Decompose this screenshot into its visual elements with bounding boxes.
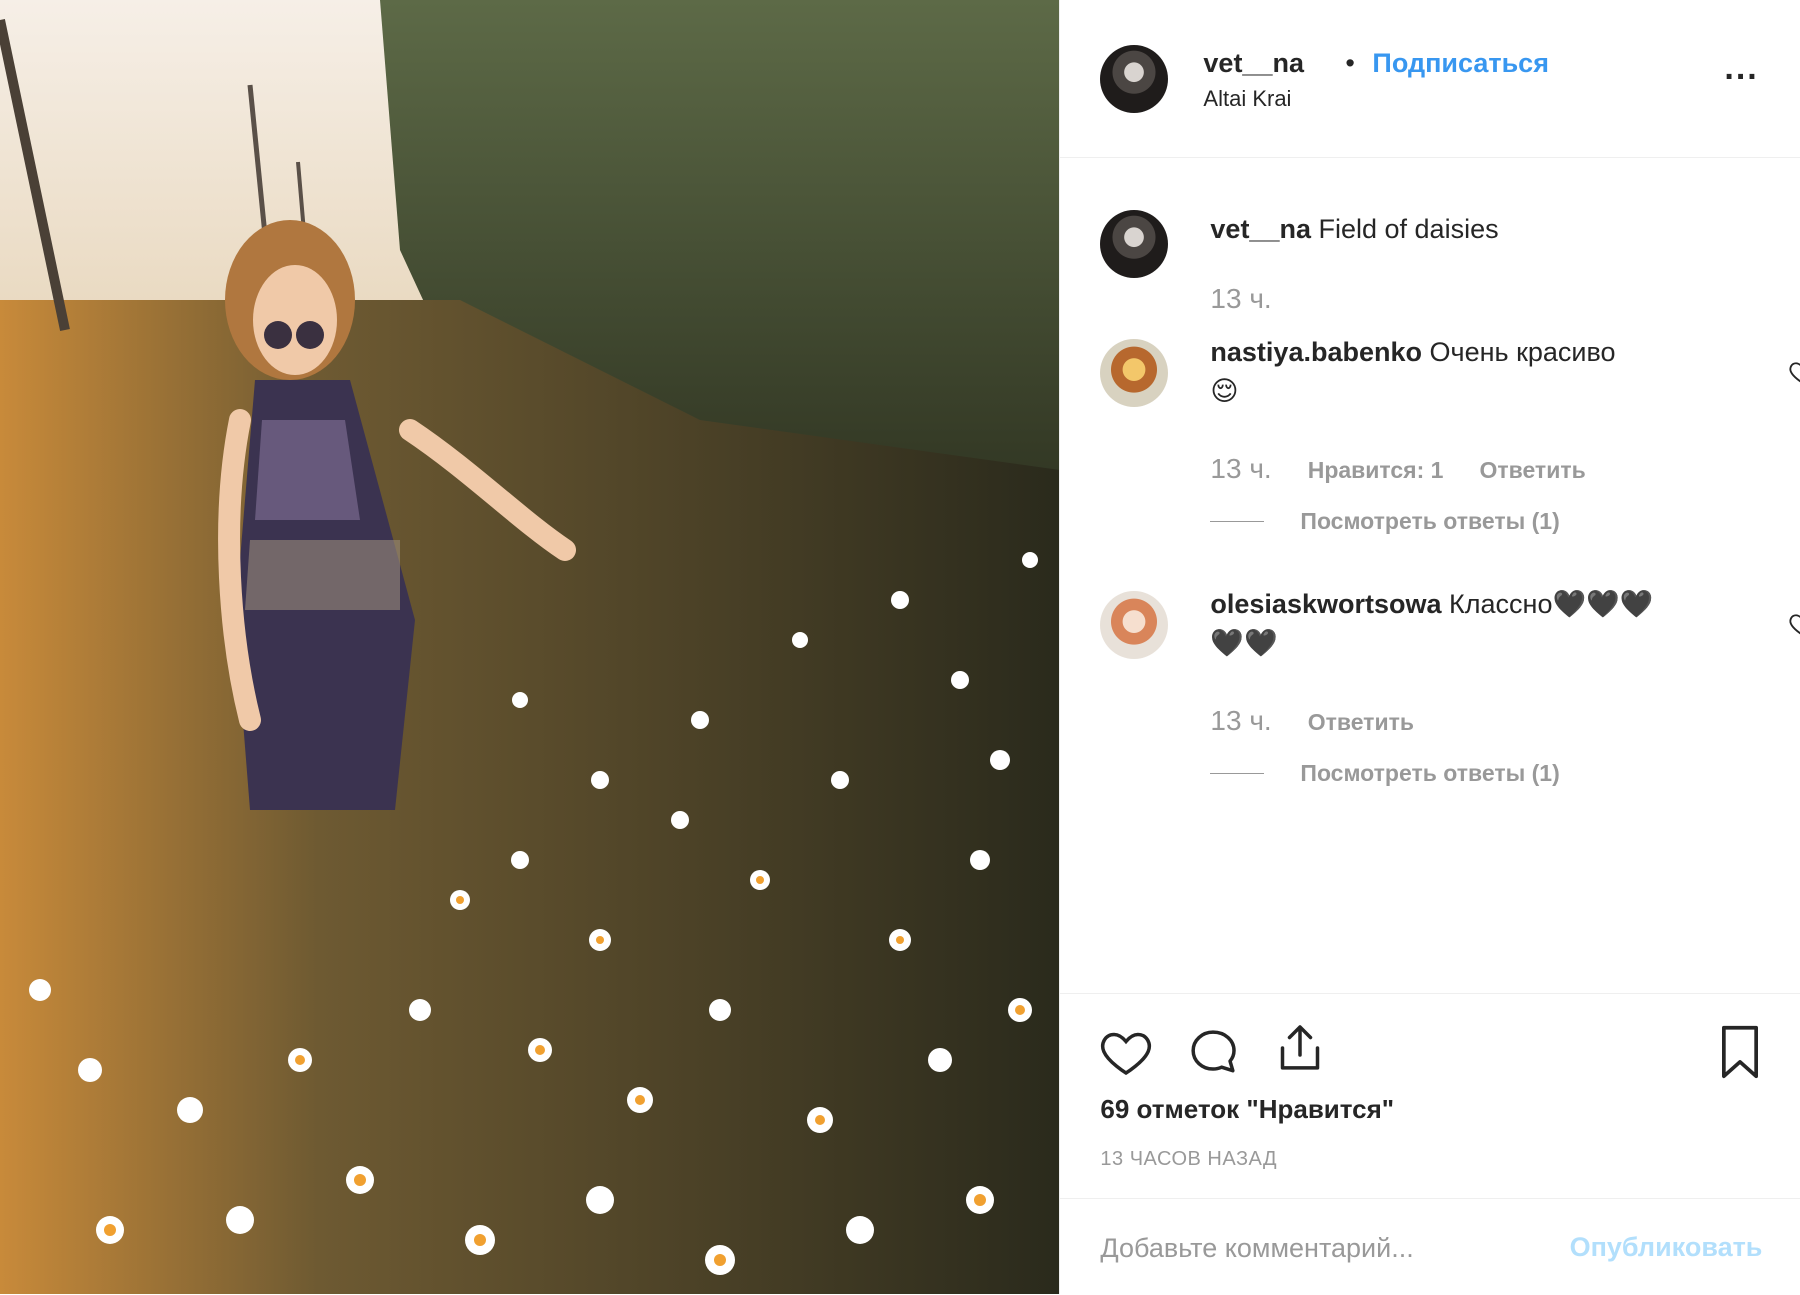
comment: nastiya.babenko Очень красиво 😌 bbox=[1210, 333, 1680, 411]
author-username[interactable]: vet__na bbox=[1203, 48, 1304, 79]
heart-outline-icon[interactable] bbox=[1788, 358, 1800, 386]
view-replies-label: Посмотреть ответы (1) bbox=[1300, 508, 1560, 534]
comment-avatar[interactable] bbox=[1100, 591, 1169, 659]
reply-button[interactable]: Ответить bbox=[1479, 457, 1585, 484]
comment-text: Очень красиво bbox=[1429, 337, 1616, 367]
caption-username[interactable]: vet__na bbox=[1210, 214, 1311, 244]
post-location[interactable]: Altai Krai bbox=[1203, 86, 1291, 112]
view-replies-button[interactable]: Посмотреть ответы (1) bbox=[1210, 508, 1560, 535]
comment-username[interactable]: olesiaskwortsowa bbox=[1210, 589, 1441, 619]
separator-dot: • bbox=[1345, 48, 1355, 78]
post-photo[interactable] bbox=[0, 0, 1060, 1294]
comment-composer: Опубликовать bbox=[1060, 1198, 1800, 1295]
caption-meta: 13 ч. bbox=[1210, 283, 1271, 315]
comment: olesiaskwortsowa Классно🖤🖤🖤 🖤🖤 bbox=[1210, 585, 1680, 663]
replies-divider bbox=[1210, 521, 1265, 522]
instagram-post: vet__na • Подписаться Altai Krai ... vet… bbox=[0, 0, 1800, 1294]
post-details-panel: vet__na • Подписаться Altai Krai ... vet… bbox=[1059, 0, 1800, 1294]
likes-count[interactable]: 69 отметок "Нравится" bbox=[1100, 1094, 1394, 1125]
comment-emoji: 😌 bbox=[1210, 376, 1239, 406]
view-replies-label: Посмотреть ответы (1) bbox=[1300, 760, 1560, 786]
caption-time[interactable]: 13 ч. bbox=[1210, 283, 1271, 315]
comments-list[interactable]: vet__na Field of daisies 13 ч. nastiya.b… bbox=[1060, 158, 1800, 993]
caption-author-avatar[interactable] bbox=[1100, 210, 1169, 278]
comment-meta: 13 ч. Ответить bbox=[1210, 705, 1414, 737]
heart-icon[interactable] bbox=[1098, 1024, 1154, 1080]
comment-text: Классно🖤🖤🖤 bbox=[1449, 589, 1654, 619]
comment-text-continued: 🖤🖤 bbox=[1210, 628, 1278, 658]
bookmark-icon[interactable] bbox=[1712, 1022, 1768, 1082]
caption: vet__na Field of daisies bbox=[1210, 210, 1498, 249]
post-timestamp[interactable]: 13 ЧАСОВ НАЗАД bbox=[1100, 1148, 1277, 1171]
comment-time[interactable]: 13 ч. bbox=[1210, 705, 1271, 737]
post-header: vet__na • Подписаться Altai Krai ... bbox=[1060, 0, 1800, 158]
comment-input[interactable] bbox=[1098, 1227, 1573, 1269]
follow-button[interactable]: Подписаться bbox=[1372, 48, 1549, 79]
comment-avatar[interactable] bbox=[1100, 339, 1169, 407]
caption-text: Field of daisies bbox=[1318, 214, 1499, 244]
more-options-icon[interactable]: ... bbox=[1724, 51, 1758, 85]
comment-icon[interactable] bbox=[1185, 1024, 1241, 1080]
post-actions: 69 отметок "Нравится" 13 ЧАСОВ НАЗАД bbox=[1060, 993, 1800, 1199]
comment-meta: 13 ч. Нравится: 1 Ответить bbox=[1210, 453, 1585, 485]
comment-time[interactable]: 13 ч. bbox=[1210, 453, 1271, 485]
share-icon[interactable] bbox=[1272, 1020, 1328, 1076]
comment-likes[interactable]: Нравится: 1 bbox=[1308, 457, 1444, 484]
publish-button[interactable]: Опубликовать bbox=[1570, 1232, 1763, 1263]
author-avatar[interactable] bbox=[1100, 45, 1169, 113]
photo-illustration bbox=[0, 0, 1060, 1294]
view-replies-button[interactable]: Посмотреть ответы (1) bbox=[1210, 760, 1560, 787]
reply-button[interactable]: Ответить bbox=[1308, 709, 1414, 736]
heart-outline-icon[interactable] bbox=[1788, 610, 1800, 638]
replies-divider bbox=[1210, 773, 1265, 774]
comment-username[interactable]: nastiya.babenko bbox=[1210, 337, 1422, 367]
